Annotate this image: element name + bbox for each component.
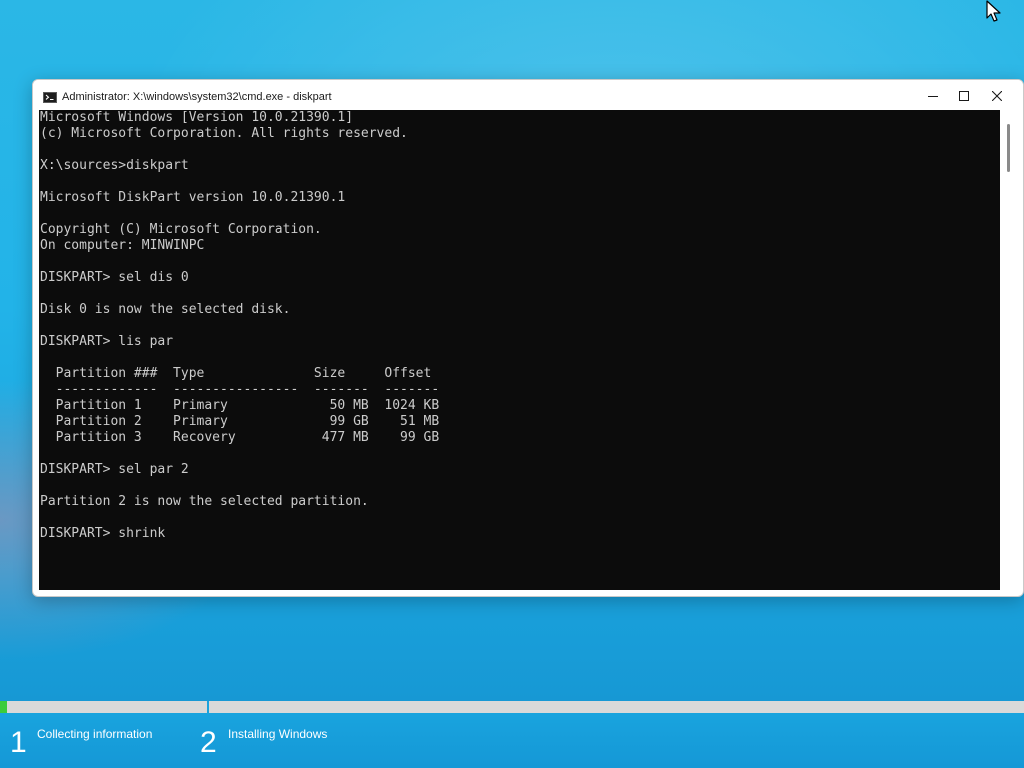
setup-progress-bar: 1 Collecting information 2 Installing Wi…	[0, 701, 1024, 768]
progress-fill	[0, 701, 8, 713]
minimize-icon	[928, 96, 938, 97]
console-output-area[interactable]: Microsoft Windows [Version 10.0.21390.1]…	[39, 110, 1000, 590]
window-titlebar[interactable]: Administrator: X:\windows\system32\cmd.e…	[33, 80, 1023, 110]
vertical-scrollbar[interactable]	[1000, 110, 1017, 590]
close-icon	[992, 91, 1002, 101]
step-1-label: Collecting information	[37, 727, 153, 741]
cmd-window[interactable]: Administrator: X:\windows\system32\cmd.e…	[32, 79, 1024, 597]
progress-step-divider	[207, 701, 209, 713]
step-2-number: 2	[200, 726, 217, 759]
scrollbar-thumb[interactable]	[1007, 124, 1010, 172]
console-text: Microsoft Windows [Version 10.0.21390.1]…	[40, 110, 440, 541]
cmd-icon	[43, 92, 57, 103]
step-1-number: 1	[10, 726, 27, 759]
close-button[interactable]	[977, 84, 1017, 108]
mouse-cursor-icon	[986, 0, 1001, 22]
maximize-icon	[959, 91, 969, 101]
progress-track	[0, 701, 1024, 713]
window-title: Administrator: X:\windows\system32\cmd.e…	[62, 91, 332, 103]
step-2-label: Installing Windows	[228, 727, 328, 741]
